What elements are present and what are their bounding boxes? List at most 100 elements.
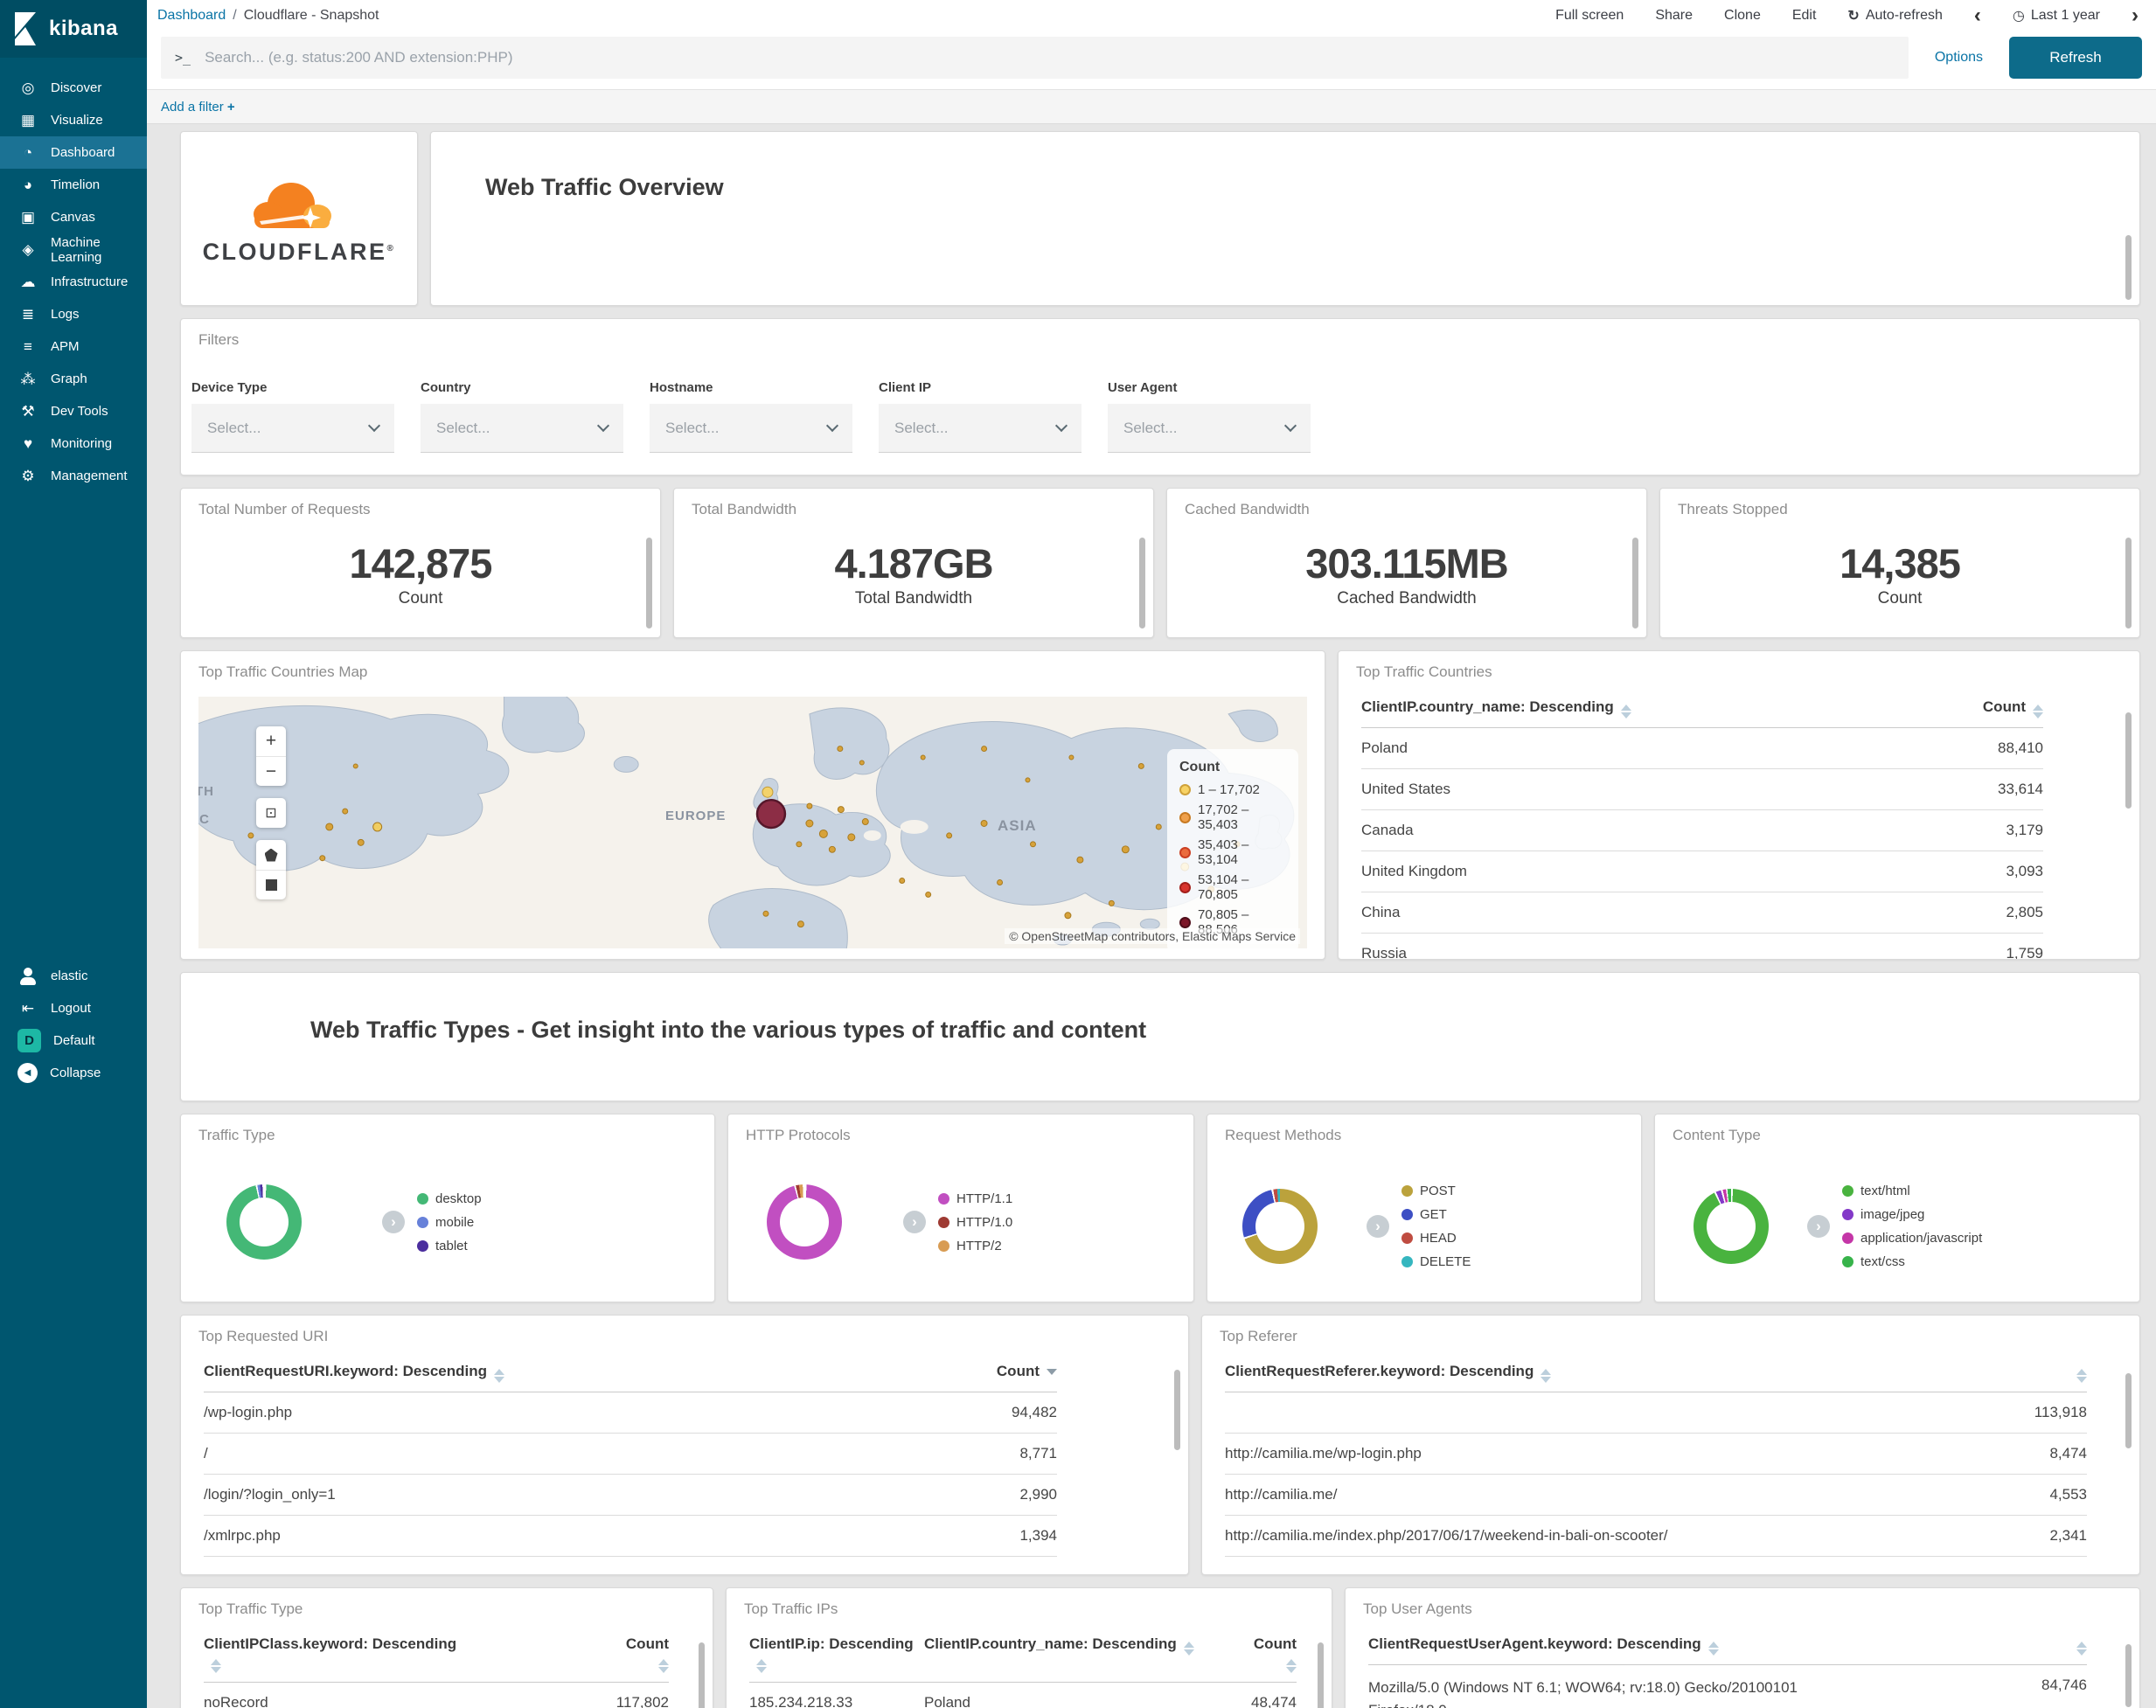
legend-expand-icon[interactable]: › [382, 1211, 405, 1233]
content-type-donut-chart[interactable] [1694, 1189, 1769, 1264]
column-header[interactable]: ClientIP.country_name: Descending [915, 1635, 1254, 1656]
scrollbar-thumb[interactable] [1174, 1370, 1180, 1450]
column-header[interactable]: ClientIP.ip: Descending [749, 1635, 915, 1673]
add-filter-link[interactable]: Add a filter + [161, 100, 235, 115]
zoom-out-button[interactable]: − [256, 756, 286, 786]
user-agent-select[interactable]: Select... [1108, 404, 1311, 453]
column-header[interactable]: Count [997, 1363, 1057, 1380]
scrollbar-thumb[interactable] [1139, 538, 1145, 628]
legend-item[interactable]: desktop [417, 1187, 482, 1211]
column-header[interactable]: Count [1983, 698, 2043, 719]
legend-item[interactable]: application/javascript [1842, 1226, 1982, 1250]
polygon-tool-button[interactable] [256, 840, 286, 870]
table-row: http://camilia.me/index.php/2017/06/17/w… [1225, 1516, 2087, 1557]
legend-expand-icon[interactable]: › [1807, 1215, 1830, 1238]
request-methods-donut-chart[interactable] [1242, 1189, 1318, 1264]
sidebar: kibana ◎ Discover ▦ Visualize ◔ Dashboard ◕… [0, 0, 147, 1708]
scrollbar-thumb[interactable] [2125, 712, 2132, 809]
column-header[interactable] [2076, 1363, 2087, 1383]
column-header[interactable]: Count [626, 1635, 669, 1673]
clone-button[interactable]: Clone [1724, 8, 1761, 24]
legend-item[interactable]: text/html [1842, 1179, 1982, 1203]
column-header[interactable] [2076, 1635, 2087, 1656]
legend-item[interactable]: DELETE [1401, 1250, 1471, 1274]
sidebar-item-apm[interactable]: ≡ APM [0, 330, 147, 363]
sidebar-item-dashboard[interactable]: ◔ Dashboard [0, 136, 147, 169]
kibana-logo[interactable]: kibana [0, 0, 147, 58]
legend-item[interactable]: HEAD [1401, 1226, 1471, 1250]
sidebar-item-space-default[interactable]: D Default [0, 1024, 147, 1057]
sidebar-item-collapse[interactable]: ◀ Collapse [0, 1057, 147, 1089]
legend-item[interactable]: POST [1401, 1179, 1471, 1203]
sidebar-item-user[interactable]: elastic [0, 960, 147, 992]
breadcrumb-dashboard-link[interactable]: Dashboard [157, 8, 226, 24]
legend-item[interactable]: tablet [417, 1234, 482, 1258]
client-ip-select[interactable]: Select... [879, 404, 1081, 453]
legend-item[interactable]: text/css [1842, 1250, 1982, 1274]
scrollbar-thumb[interactable] [1318, 1642, 1324, 1708]
legend-item[interactable]: HTTP/1.1 [938, 1187, 1012, 1211]
sidebar-item-infrastructure[interactable]: ☁ Infrastructure [0, 266, 147, 298]
scrollbar-thumb[interactable] [1632, 538, 1638, 628]
column-header[interactable]: ClientIPClass.keyword: Descending [204, 1635, 466, 1673]
hostname-select[interactable]: Select... [650, 404, 852, 453]
time-back-button[interactable]: ‹ [1974, 5, 1981, 26]
sidebar-item-monitoring[interactable]: ♥ Monitoring [0, 427, 147, 460]
sort-icon [1183, 1642, 1194, 1656]
sidebar-item-canvas[interactable]: ▣ Canvas [0, 201, 147, 233]
column-header[interactable]: ClientRequestReferer.keyword: Descending [1225, 1363, 2076, 1383]
space-badge: D [17, 1029, 41, 1052]
legend-item[interactable]: HTTP/1.0 [938, 1211, 1012, 1234]
column-header[interactable]: Count [1254, 1635, 1297, 1673]
table-row: /xmlrpc.php 1,394 [204, 1516, 1057, 1557]
map-zoom-controls: + − [256, 726, 286, 786]
edit-button[interactable]: Edit [1792, 8, 1817, 24]
legend-expand-icon[interactable]: › [1367, 1215, 1389, 1238]
sidebar-item-graph[interactable]: ⁂ Graph [0, 363, 147, 395]
legend-item[interactable]: image/jpeg [1842, 1203, 1982, 1226]
table-row: Poland 88,410 [1361, 728, 2043, 769]
sidebar-item-dev-tools[interactable]: ⚒ Dev Tools [0, 395, 147, 427]
scrollbar-thumb[interactable] [699, 1642, 705, 1708]
refresh-button[interactable]: Refresh [2009, 37, 2142, 79]
rectangle-tool-button[interactable] [256, 870, 286, 899]
scrollbar-thumb[interactable] [2125, 538, 2132, 628]
legend-expand-icon[interactable]: › [903, 1211, 926, 1233]
column-header[interactable]: ClientRequestUserAgent.keyword: Descendi… [1368, 1635, 2076, 1656]
sidebar-item-management[interactable]: ⚙ Management [0, 460, 147, 492]
world-map[interactable]: TH IC EUROPE ASIA + − ⊡ [198, 697, 1307, 948]
sidebar-item-logout[interactable]: ⇤ Logout [0, 992, 147, 1024]
sidebar-item-machine-learning[interactable]: ◈ Machine Learning [0, 233, 147, 266]
column-header[interactable]: ClientIP.country_name: Descending [1361, 698, 1983, 719]
time-forward-button[interactable]: › [2132, 5, 2139, 26]
full-screen-button[interactable]: Full screen [1555, 8, 1624, 24]
zoom-in-button[interactable]: + [256, 726, 286, 756]
top-referer-panel: Top Referer ClientRequestReferer.keyword… [1201, 1315, 2140, 1575]
device-type-select[interactable]: Select... [191, 404, 394, 453]
column-header[interactable]: ClientRequestURI.keyword: Descending [204, 1363, 997, 1383]
legend-item[interactable]: HTTP/2 [938, 1234, 1012, 1258]
scrollbar-thumb[interactable] [646, 538, 652, 628]
poland-traffic-bubble[interactable] [755, 798, 787, 830]
legend-item[interactable]: mobile [417, 1211, 482, 1234]
scrollbar-thumb[interactable] [2125, 1644, 2132, 1707]
sidebar-item-discover[interactable]: ◎ Discover [0, 72, 147, 104]
share-button[interactable]: Share [1655, 8, 1693, 24]
options-link[interactable]: Options [1935, 50, 1983, 66]
search-input[interactable] [205, 49, 1895, 66]
sidebar-item-timelion[interactable]: ◕ Timelion [0, 169, 147, 201]
filters-panel: Filters Device Type Select... Country Se… [180, 318, 2140, 476]
crop-tool-button[interactable]: ⊡ [256, 798, 286, 828]
traffic-type-donut-chart[interactable] [226, 1184, 302, 1260]
country-select[interactable]: Select... [421, 404, 623, 453]
chevron-down-icon [1283, 419, 1297, 432]
sidebar-item-logs[interactable]: ≣ Logs [0, 298, 147, 330]
auto-refresh-button[interactable]: ↻ Auto-refresh [1847, 7, 1942, 24]
time-range-picker[interactable]: ◷ Last 1 year [2013, 7, 2100, 24]
sidebar-item-visualize[interactable]: ▦ Visualize [0, 104, 147, 136]
filter-client-ip: Client IP Select... [879, 380, 1081, 453]
scrollbar-thumb[interactable] [2125, 235, 2132, 300]
scrollbar-thumb[interactable] [2125, 1373, 2132, 1448]
http-protocols-donut-chart[interactable] [767, 1184, 842, 1260]
legend-item[interactable]: GET [1401, 1203, 1471, 1226]
